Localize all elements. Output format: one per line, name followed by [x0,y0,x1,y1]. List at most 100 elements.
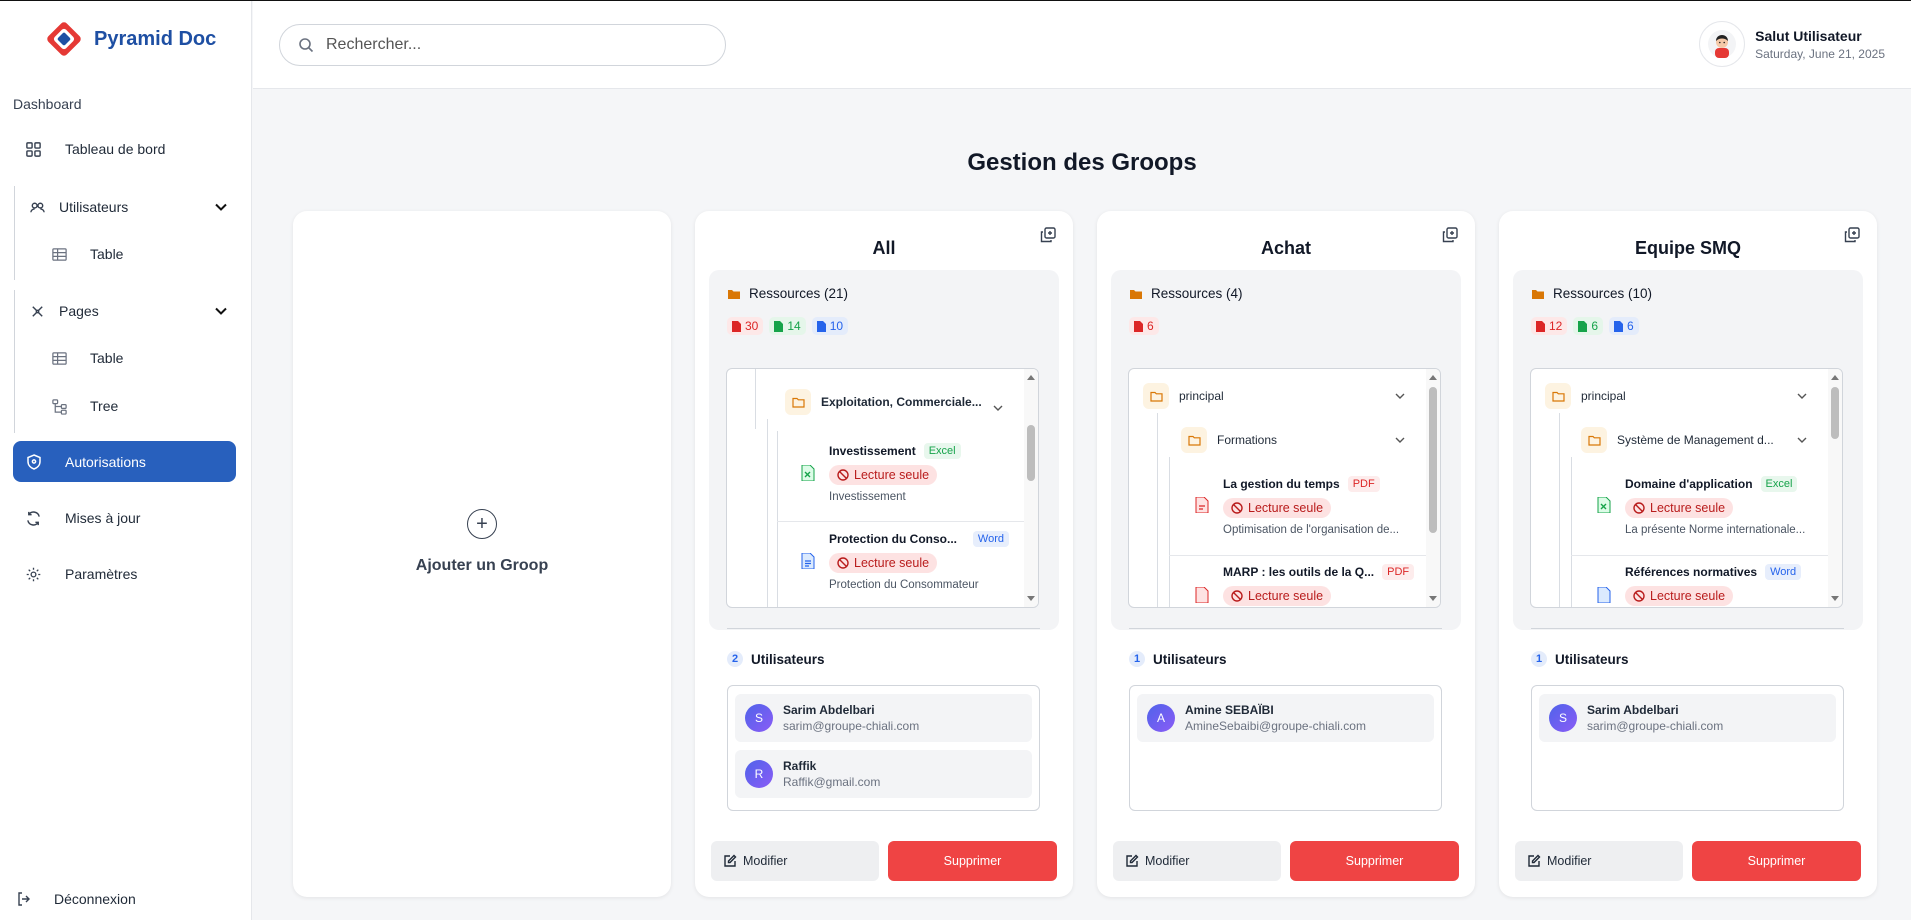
edit-icon [1126,854,1139,867]
modify-button[interactable]: Modifier [1113,841,1281,881]
add-group-card[interactable]: + Ajouter un Groop [293,211,671,897]
chevron-down-icon [215,307,227,315]
user-count-badge: 2 [727,651,743,667]
group-card-equipe-smq: Equipe SMQ Ressources (10) 12 6 6 princi… [1499,211,1877,897]
word-count: 6 [1609,317,1639,335]
delete-button[interactable]: Supprimer [1692,841,1861,881]
resource-tree[interactable]: principal Système de Management d... Dom… [1530,368,1843,608]
folder-icon [1532,289,1544,299]
sidebar-item-autorisations[interactable]: Autorisations [13,441,236,482]
sidebar-item-label: Paramètres [65,566,138,582]
file-description: La présente Norme internationale... [1625,524,1806,536]
chevron-down-icon[interactable] [992,402,1004,414]
read-only-badge: Lecture seule [1625,498,1734,518]
ban-icon [1633,502,1645,514]
tree-folder[interactable]: Exploitation, Commerciale... [785,389,982,415]
sidebar-item-label: Tableau de bord [65,141,166,157]
sidebar-item-updates[interactable]: Mises à jour [24,509,140,527]
duplicate-icon[interactable] [1441,226,1459,244]
delete-button[interactable]: Supprimer [1290,841,1459,881]
file-type-badge: PDF [1347,476,1380,492]
tree-file[interactable]: MARP : les outils de la Q... PDF Lecture … [1223,564,1421,606]
tree-folder[interactable]: Formations [1181,427,1277,453]
sidebar-item-label: Autorisations [65,453,146,470]
read-only-badge: Lecture seule [829,465,938,485]
tree-folder[interactable]: principal [1143,383,1224,409]
logout-button[interactable]: Déconnexion [16,891,136,907]
sidebar-item-label: Table [90,350,124,366]
delete-button[interactable]: Supprimer [888,841,1057,881]
tree-file[interactable]: Protection du Conso... Word Lecture seule… [829,531,1009,591]
divider [1129,628,1442,629]
sidebar-item-pages-tree[interactable]: Tree [50,397,118,415]
ban-icon [1231,502,1243,514]
page-title: Gestion des Groops [967,149,1197,176]
table-icon [50,245,68,263]
file-type-badge: Word [1765,564,1802,580]
avatar[interactable] [1699,21,1746,67]
duplicate-icon[interactable] [1039,226,1057,244]
search-input[interactable] [326,36,686,54]
user-count-badge: 1 [1531,651,1547,667]
sidebar: Pyramid Doc Dashboard Tableau de bord Ut… [0,1,252,920]
sidebar-item-pages[interactable]: Pages [28,302,228,320]
modify-button[interactable]: Modifier [1515,841,1683,881]
sidebar-item-label: Tree [90,398,119,414]
folder-icon [1130,289,1142,299]
file-name: Références normatives [1625,565,1758,579]
scrollbar[interactable] [1828,369,1842,607]
avatar: S [1549,704,1577,732]
chevron-down-icon[interactable] [1796,434,1808,446]
sidebar-item-settings[interactable]: Paramètres [24,565,137,583]
resource-tree[interactable]: principal Formations La gestion du temps… [1128,368,1441,608]
tree-file[interactable]: Références normatives Word Lecture seule [1625,564,1823,606]
folder-icon [728,289,740,299]
user-avatar-icon [1708,30,1737,58]
file-type-badge: Excel [923,443,961,459]
tree-file[interactable]: La gestion du temps PDF Lecture seule Opt… [1223,476,1421,536]
chevron-down-icon[interactable] [1394,434,1406,446]
tree-file[interactable]: Investissement Excel Lecture seule Invest… [829,443,1038,503]
tree-icon [50,397,68,415]
list-item[interactable]: A Amine SEBAÏBI AmineSebaibi@groupe-chial… [1137,694,1434,742]
user-email: sarim@groupe-chiali.com [1587,719,1724,733]
users-header: 1 Utilisateurs [1129,651,1227,667]
sidebar-item-users[interactable]: Utilisateurs [28,198,228,216]
search-bar[interactable] [279,24,726,66]
resource-tree[interactable]: Exploitation, Commerciale... Investissem… [726,368,1039,608]
refresh-icon [24,509,42,527]
file-type-badge: Excel [1760,476,1798,492]
scrollbar[interactable] [1426,369,1440,607]
file-name: Protection du Conso... [829,532,957,546]
user-email: Raffik@gmail.com [783,775,881,789]
user-name: Amine SEBAÏBI [1185,703,1274,717]
plus-circle-icon: + [467,509,497,539]
sidebar-item-label: Mises à jour [65,510,141,526]
logout-icon [18,892,30,906]
resource-counts: 12 6 6 [1531,317,1639,335]
duplicate-icon[interactable] [1843,226,1861,244]
chevron-down-icon[interactable] [1394,390,1406,402]
add-group-label: Ajouter un Groop [415,557,549,574]
pdf-file-icon [1195,587,1209,603]
user-profile[interactable]: Salut Utilisateur Saturday, June 21, 202… [1699,21,1885,67]
list-item[interactable]: S Sarim Abdelbari sarim@groupe-chiali.com [1539,694,1836,742]
users-icon [28,198,46,216]
sidebar-item-pages-table[interactable]: Table [50,349,123,367]
modify-button[interactable]: Modifier [711,841,879,881]
pdf-count: 6 [1129,317,1159,335]
chevron-down-icon[interactable] [1796,390,1808,402]
tree-folder[interactable]: principal [1545,383,1626,409]
list-item[interactable]: S Sarim Abdelbari sarim@groupe-chiali.com [735,694,1032,742]
users-header: 2 Utilisateurs [727,651,825,667]
file-type-badge: PDF [1382,564,1415,580]
sidebar-item-dashboard[interactable]: Tableau de bord [24,140,165,158]
scrollbar[interactable] [1024,369,1038,607]
resources-label: Ressources (10) [1553,286,1653,301]
sidebar-item-users-table[interactable]: Table [50,245,123,263]
tree-file[interactable]: Domaine d'application Excel Lecture seule… [1625,476,1823,536]
tree-folder[interactable]: Système de Management d... [1581,427,1774,453]
list-item[interactable]: R Raffik Raffik@gmail.com [735,750,1032,798]
group-card-achat: Achat Ressources (4) 6 principal Formati… [1097,211,1475,897]
brand[interactable]: Pyramid Doc [44,19,216,59]
